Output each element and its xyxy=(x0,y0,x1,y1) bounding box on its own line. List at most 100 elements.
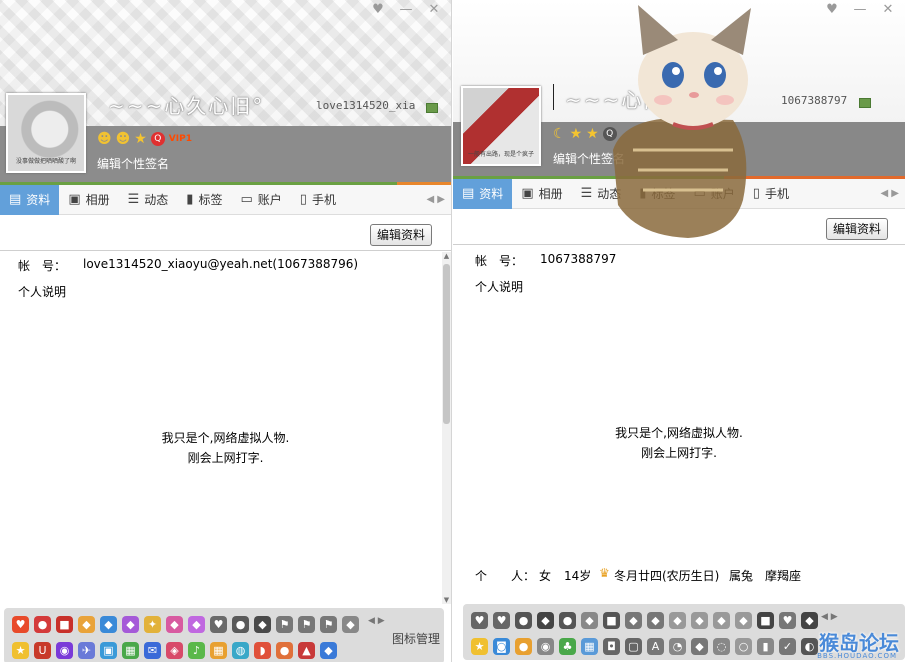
music-icon[interactable]: ♪ xyxy=(188,642,205,659)
close-button[interactable]: ✕ xyxy=(877,2,899,18)
gray-heart-icon[interactable]: ♥ xyxy=(779,612,796,629)
qq-penguin-icon[interactable]: ● xyxy=(515,638,532,655)
edit-profile-button[interactable]: 编辑资料 xyxy=(826,218,889,240)
tab-scroll-arrows[interactable]: ◀ ▶ xyxy=(880,188,905,199)
gray-diamond-icon[interactable]: ◆ xyxy=(713,612,730,629)
gray-heart-icon[interactable]: ♥ xyxy=(493,612,510,629)
qq-penguin-icon[interactable]: ● xyxy=(34,616,51,633)
gray-flag-icon[interactable]: ⚑ xyxy=(320,616,337,633)
tab-account[interactable]: ▭ 账户 xyxy=(684,179,743,209)
violet-diamond-icon[interactable]: ◆ xyxy=(188,616,205,633)
gray-penguin-icon[interactable]: ● xyxy=(515,612,532,629)
qq-penguin-icon[interactable]: Q xyxy=(150,132,165,146)
red-car-icon[interactable]: ◗ xyxy=(254,642,271,659)
chat-bubble-icon[interactable]: ◔ xyxy=(669,638,686,655)
edit-signature-link[interactable]: 编辑个性签名 xyxy=(553,150,625,167)
tab-mobile[interactable]: ▯ 手机 xyxy=(291,185,345,215)
yellow-diamond-icon[interactable]: ◆ xyxy=(78,616,95,633)
tab-feed[interactable]: ☰ 动态 xyxy=(572,179,631,209)
gray-diamond-icon[interactable]: ◆ xyxy=(625,612,642,629)
pink-diamond-icon[interactable]: ◆ xyxy=(166,616,183,633)
tab-account[interactable]: ▭ 账户 xyxy=(231,185,290,215)
gray-shield-icon[interactable]: ◆ xyxy=(537,612,554,629)
gray-diamond-icon[interactable]: ◆ xyxy=(691,612,708,629)
edit-signature-link[interactable]: 编辑个性签名 xyxy=(97,155,169,172)
purple-game-icon[interactable]: ◉ xyxy=(56,642,73,659)
app-tile-icon[interactable]: ▦ xyxy=(581,638,598,655)
tab-tags[interactable]: ▮ 标签 xyxy=(630,179,684,209)
tab-album[interactable]: ▣ 相册 xyxy=(59,185,118,215)
scrollbar-thumb[interactable] xyxy=(443,264,450,424)
qq-penguin-icon[interactable]: Q xyxy=(602,127,617,141)
gray-flag-icon[interactable]: ⚑ xyxy=(276,616,293,633)
gray-camera-icon[interactable]: ◘ xyxy=(603,638,620,655)
gray-doc-icon[interactable]: ■ xyxy=(757,612,774,629)
blue-diamond-icon[interactable]: ◆ xyxy=(100,616,117,633)
mail-icon[interactable]: ✉ xyxy=(144,642,161,659)
pink-app-icon[interactable]: ◈ xyxy=(166,642,183,659)
gold-key-icon[interactable]: ✦ xyxy=(144,616,161,633)
minimize-button[interactable]: — xyxy=(395,2,417,18)
gray-spin-icon[interactable]: ◌ xyxy=(713,638,730,655)
tray-scroll-arrows[interactable]: ◀ ▶ xyxy=(821,612,838,622)
gray-diamond-icon[interactable]: ◆ xyxy=(342,616,359,633)
tray-scroll-arrows[interactable]: ◀ ▶ xyxy=(368,616,385,626)
tab-profile[interactable]: ▤ 资料 xyxy=(0,184,60,215)
account-card-icon[interactable] xyxy=(426,103,438,113)
tab-feed[interactable]: ☰ 动态 xyxy=(119,185,178,215)
gray-doc-icon[interactable]: ■ xyxy=(603,612,620,629)
wings-icon[interactable]: ✈ xyxy=(78,642,95,659)
clover-icon[interactable]: ♣ xyxy=(559,638,576,655)
avatar[interactable]: 没事做做把晒晒酸了啊 xyxy=(6,93,86,173)
gray-video-icon[interactable]: ▮ xyxy=(757,638,774,655)
eye-icon[interactable]: ◉ xyxy=(537,638,554,655)
gray-shield-icon[interactable]: ◆ xyxy=(254,616,271,633)
globe-icon[interactable]: ◍ xyxy=(232,642,249,659)
gray-diamond-icon[interactable]: ◆ xyxy=(735,612,752,629)
minimize-button[interactable]: — xyxy=(849,2,871,18)
tab-album[interactable]: ▣ 相册 xyxy=(512,179,571,209)
blue-doc-icon[interactable]: ▣ xyxy=(100,642,117,659)
gray-penguin-icon[interactable]: ● xyxy=(559,612,576,629)
gray-heart-icon[interactable]: ♥ xyxy=(210,616,227,633)
game-icon[interactable]: ▲ xyxy=(298,642,315,659)
green-app-icon[interactable]: ▦ xyxy=(122,642,139,659)
gray-check-icon[interactable]: ✓ xyxy=(779,638,796,655)
shield-u-icon[interactable]: U xyxy=(34,642,51,659)
edit-profile-button[interactable]: 编辑资料 xyxy=(370,224,433,246)
tab-scroll-arrows[interactable]: ◀ ▶ xyxy=(426,194,451,205)
camera-icon[interactable]: ◙ xyxy=(493,638,510,655)
tab-mobile[interactable]: ▯ 手机 xyxy=(744,179,798,209)
purple-diamond-icon[interactable]: ◆ xyxy=(122,616,139,633)
star-icon[interactable]: ★ xyxy=(12,642,29,659)
gray-heart-icon[interactable]: ♥ xyxy=(471,612,488,629)
tab-tags[interactable]: ▮ 标签 xyxy=(177,185,231,215)
vip-badge[interactable]: VIP1 xyxy=(169,134,192,144)
icon-manage-link[interactable]: 图标管理 xyxy=(392,630,440,647)
close-button[interactable]: ✕ xyxy=(423,2,445,18)
gray-penguin-icon[interactable]: ● xyxy=(232,616,249,633)
qq-show-icon[interactable]: ■ xyxy=(56,616,73,633)
vertical-scrollbar[interactable]: ▲ ▼ xyxy=(442,252,451,604)
scroll-down-arrow[interactable]: ▼ xyxy=(442,596,451,604)
night-icon[interactable]: ◐ xyxy=(801,638,818,655)
star-icon[interactable]: ★ xyxy=(471,638,488,655)
avatar[interactable]: 一般有出路，现是个疯子 xyxy=(461,86,541,166)
gray-diamond-icon[interactable]: ◆ xyxy=(581,612,598,629)
tab-profile[interactable]: ▤ 资料 xyxy=(453,178,513,209)
gray-diamond-icon[interactable]: ◆ xyxy=(669,612,686,629)
skin-icon[interactable]: ♥ xyxy=(821,2,843,18)
red-heart-icon[interactable]: ♥ xyxy=(12,616,29,633)
scroll-up-arrow[interactable]: ▲ xyxy=(442,252,451,260)
gray-app-icon[interactable]: ▢ xyxy=(625,638,642,655)
app-icon[interactable]: A xyxy=(647,638,664,655)
skin-icon[interactable]: ♥ xyxy=(367,2,389,18)
orange-app-icon[interactable]: ▦ xyxy=(210,642,227,659)
gray-flag-icon[interactable]: ⚑ xyxy=(298,616,315,633)
gray-shield-icon[interactable]: ◆ xyxy=(691,638,708,655)
blue-shield-icon[interactable]: ◆ xyxy=(320,642,337,659)
gray-diamond-icon[interactable]: ◆ xyxy=(801,612,818,629)
pet-icon[interactable]: ● xyxy=(276,642,293,659)
gray-diamond-icon[interactable]: ◆ xyxy=(647,612,664,629)
gray-ring-icon[interactable]: ○ xyxy=(735,638,752,655)
